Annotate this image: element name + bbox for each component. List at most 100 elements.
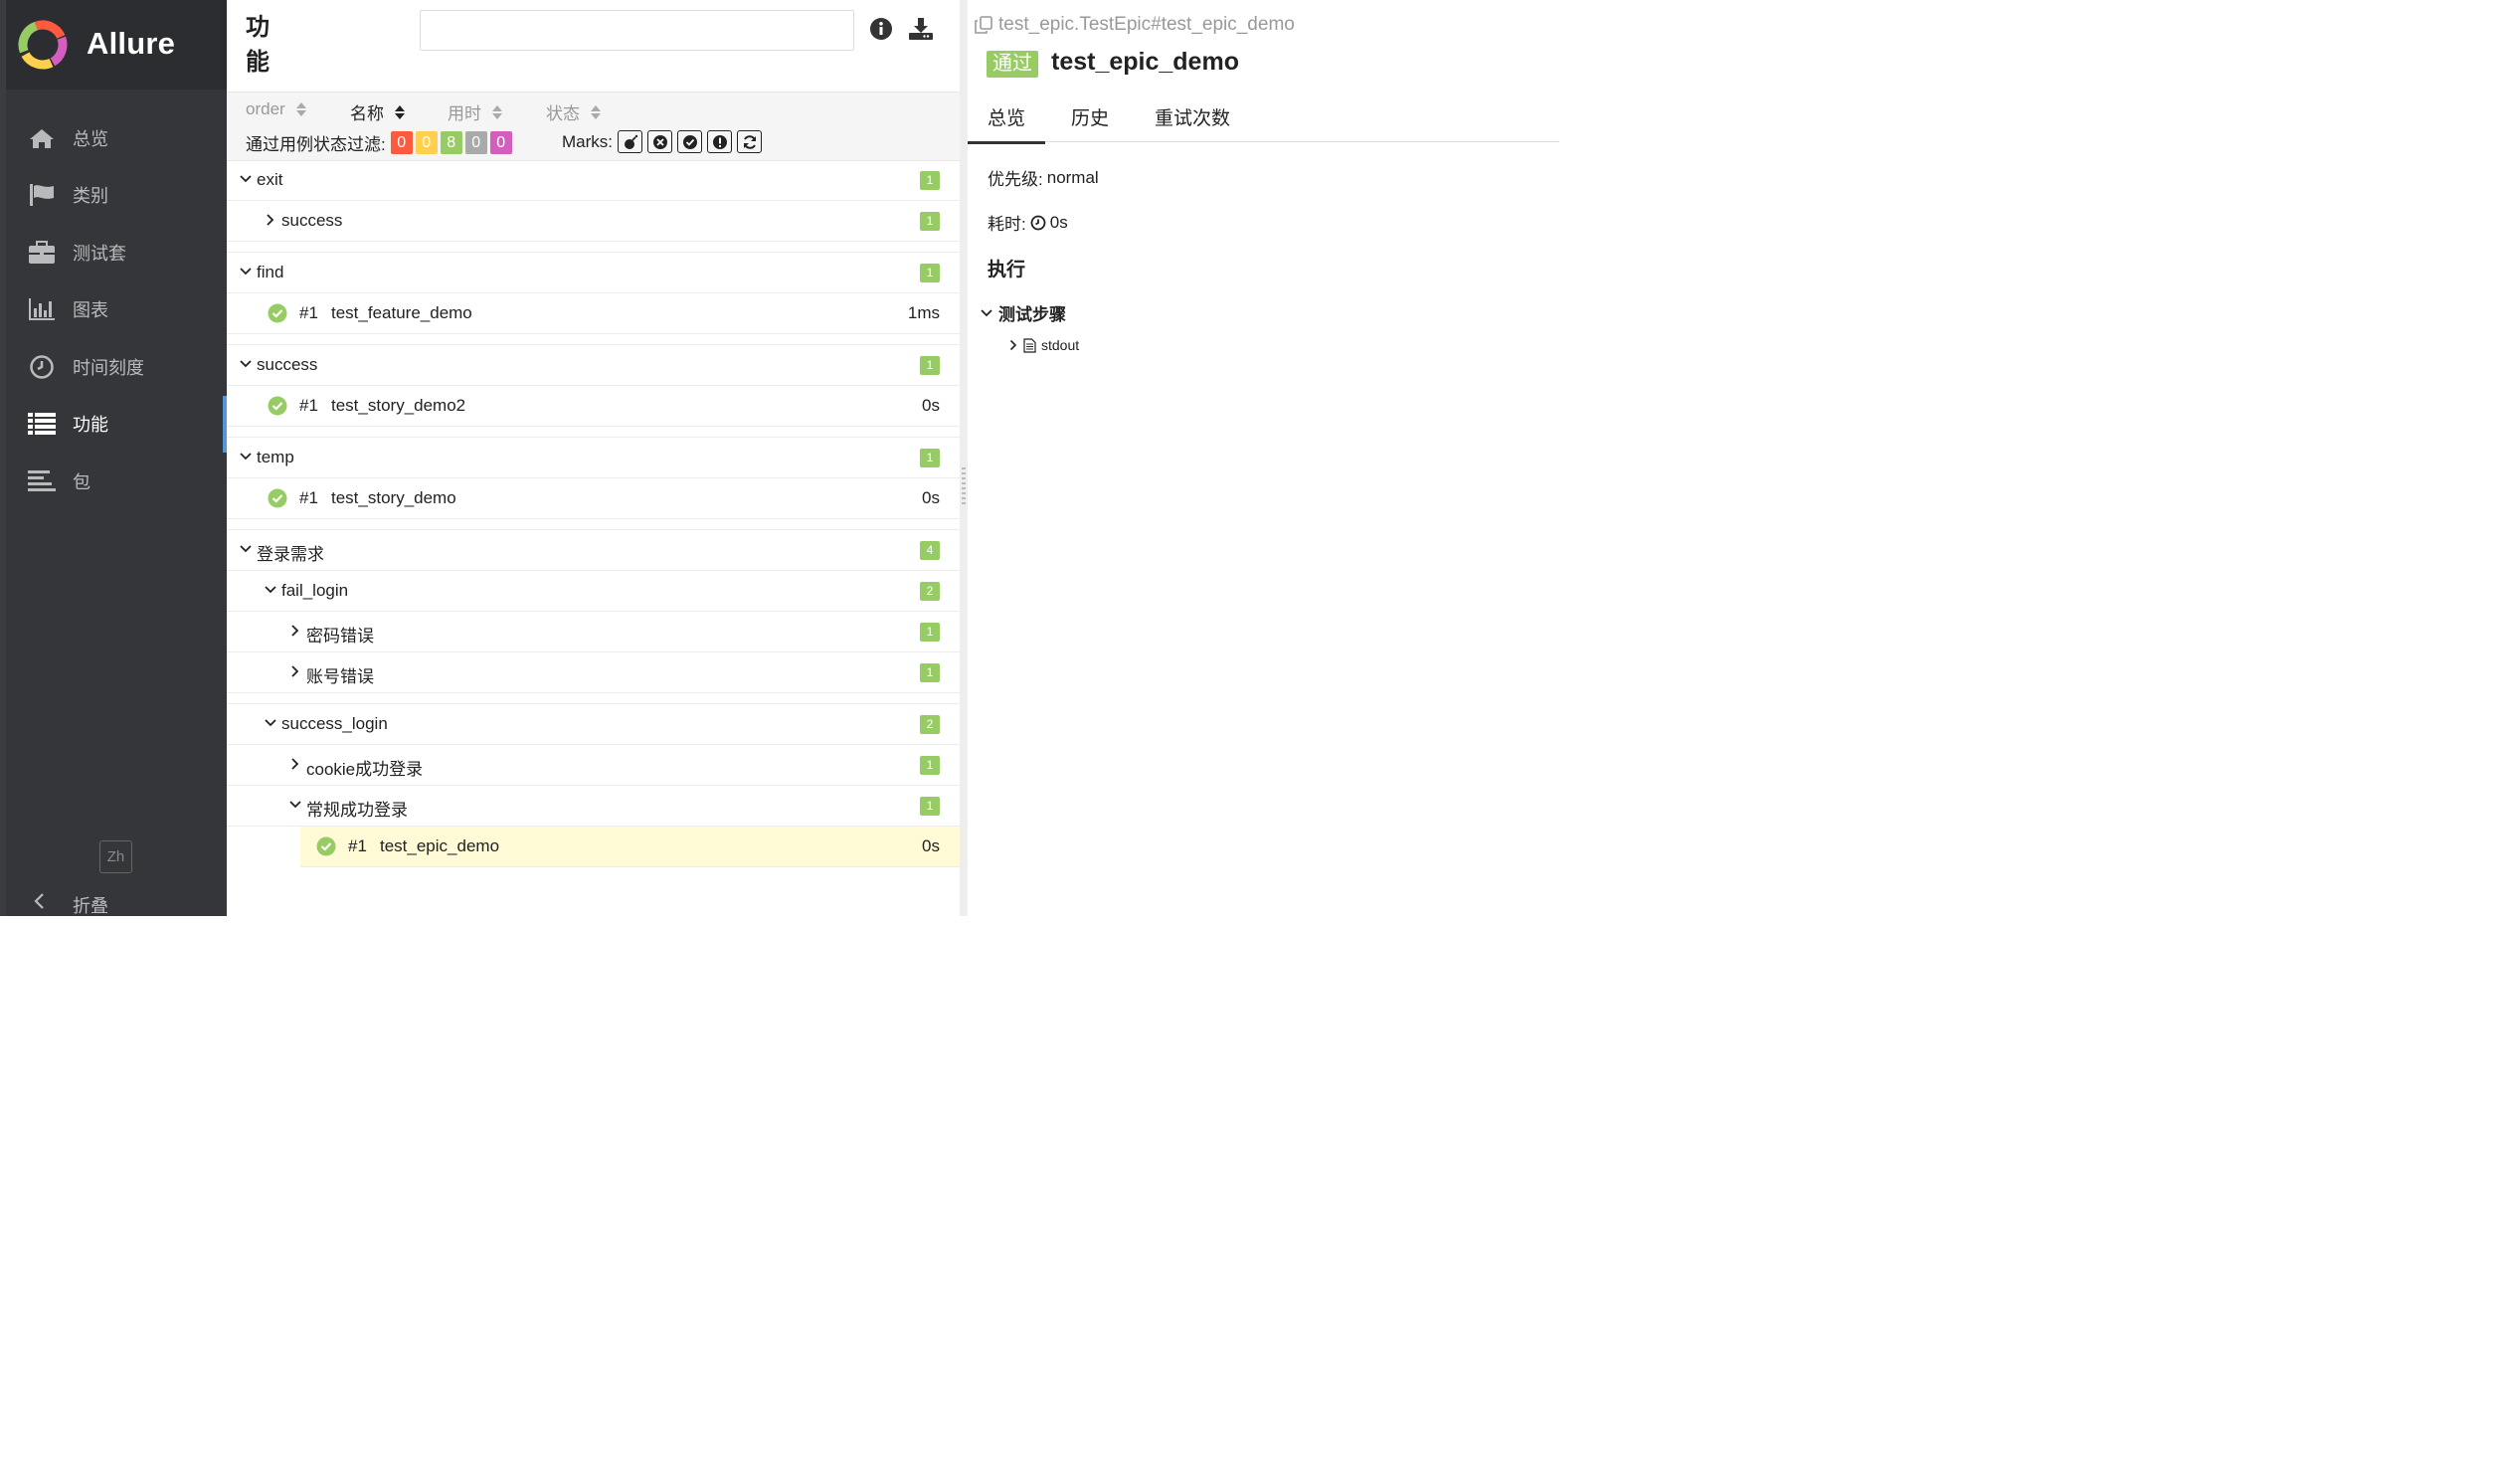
group-count-badge: 1	[920, 756, 940, 775]
sort-icon	[492, 104, 502, 119]
tree-separator	[227, 693, 960, 704]
tab-history[interactable]: 历史	[1071, 103, 1109, 130]
retries-icon[interactable]	[737, 130, 762, 153]
tree-group-success[interactable]: success 1	[227, 345, 960, 386]
sidebar-item-overview[interactable]: 总览	[6, 109, 227, 167]
sort-order-button[interactable]: order	[246, 99, 307, 119]
chevron-right-icon	[291, 665, 299, 677]
filter-skipped-count[interactable]: 0	[464, 131, 487, 154]
severity-label: 优先级:	[988, 170, 1043, 189]
tab-retries[interactable]: 重试次数	[1155, 103, 1230, 130]
chevron-right-icon	[267, 214, 274, 226]
group-name: 登录需求	[257, 545, 324, 564]
filter-unknown-count[interactable]: 0	[489, 131, 512, 154]
download-icon[interactable]	[908, 17, 934, 46]
new-passed-icon[interactable]	[677, 130, 702, 153]
tree-group-exit[interactable]: exit 1	[227, 160, 960, 201]
tree-group-fail-login[interactable]: fail_login 2	[227, 571, 960, 612]
sort-bar: order 名称 用时 状态 通过用例状态过滤: 0 0 8 0 0 Marks…	[227, 92, 960, 161]
tree-group-password-error[interactable]: 密码错误 1	[227, 612, 960, 652]
group-count-badge: 4	[920, 541, 940, 560]
chevron-down-icon	[240, 360, 252, 368]
group-count-badge: 2	[920, 715, 940, 734]
passed-status-icon	[268, 396, 287, 416]
tree-group-temp[interactable]: temp 1	[227, 438, 960, 478]
tree-group-normal-login[interactable]: 常规成功登录 1	[227, 786, 960, 827]
duration-row: 耗时: 0s	[988, 210, 1068, 235]
pane-splitter[interactable]	[960, 0, 968, 916]
tree-group-exit-success[interactable]: success 1	[227, 201, 960, 242]
chevron-right-icon	[291, 758, 299, 770]
tree-separator	[227, 334, 960, 345]
bar-chart-icon	[28, 295, 56, 323]
list-icon	[28, 410, 56, 438]
tree-group-account-error[interactable]: 账号错误 1	[227, 652, 960, 693]
info-icon[interactable]	[869, 17, 893, 46]
attachment-stdout[interactable]: stdout	[1007, 337, 1079, 353]
sort-duration-button[interactable]: 用时	[448, 99, 503, 124]
flaky-bomb-icon[interactable]	[618, 130, 642, 153]
group-name: 常规成功登录	[306, 801, 408, 820]
sort-order-label: order	[246, 99, 285, 118]
test-row-story-demo[interactable]: #1 test_story_demo 0s	[227, 478, 960, 519]
filter-failed-count[interactable]: 0	[390, 131, 413, 154]
search-input[interactable]	[420, 10, 854, 51]
breadcrumb-text: test_epic.TestEpic#test_epic_demo	[998, 14, 1295, 35]
sidebar-item-packages[interactable]: 包	[6, 453, 227, 510]
collapse-button[interactable]: 折叠	[6, 887, 227, 916]
chevron-down-icon	[981, 308, 992, 316]
group-count-badge: 1	[920, 663, 940, 682]
test-duration: 1ms	[907, 303, 940, 322]
sort-name-label: 名称	[350, 104, 384, 123]
test-row-story-demo2[interactable]: #1 test_story_demo2 0s	[227, 386, 960, 427]
sidebar-item-timeline[interactable]: 时间刻度	[6, 338, 227, 396]
new-broken-icon[interactable]	[707, 130, 732, 153]
collapse-label: 折叠	[73, 896, 108, 916]
group-count-badge: 1	[920, 797, 940, 816]
allure-logo-icon	[18, 20, 68, 70]
group-name: success	[281, 211, 343, 230]
language-button[interactable]: Zh	[99, 840, 132, 873]
sort-status-button[interactable]: 状态	[546, 99, 602, 124]
splitter-grip[interactable]	[962, 467, 966, 507]
chevron-down-icon	[240, 268, 252, 276]
group-count-badge: 1	[920, 449, 940, 467]
group-count-badge: 1	[920, 264, 940, 282]
tree-group-login[interactable]: 登录需求 4	[227, 530, 960, 571]
test-row-epic-demo[interactable]: #1 test_epic_demo 0s	[300, 827, 960, 867]
brand[interactable]: Allure	[6, 0, 227, 90]
sort-duration-label: 用时	[448, 104, 481, 123]
test-number: #1	[348, 836, 367, 855]
status-filter-label: 通过用例状态过滤:	[246, 135, 386, 154]
severity-value: normal	[1046, 167, 1099, 187]
sort-icon	[395, 104, 405, 119]
tab-overview[interactable]: 总览	[967, 103, 1046, 144]
sidebar-item-label: 时间刻度	[73, 357, 144, 378]
sidebar-item-behaviors[interactable]: 功能	[6, 395, 228, 454]
group-name: fail_login	[281, 581, 349, 600]
test-row-feature-demo[interactable]: #1 test_feature_demo 1ms	[227, 293, 960, 334]
status-badge: 通过	[987, 51, 1038, 78]
sidebar-item-graphs[interactable]: 图表	[6, 281, 227, 339]
tree-group-cookie-login[interactable]: cookie成功登录 1	[227, 745, 960, 786]
tree-separator	[227, 427, 960, 438]
copy-icon[interactable]	[974, 15, 993, 35]
breadcrumb[interactable]: test_epic.TestEpic#test_epic_demo	[974, 14, 1295, 36]
tree-group-find[interactable]: find 1	[227, 253, 960, 293]
test-steps-toggle[interactable]: 测试步骤	[980, 300, 1066, 325]
filter-passed-count[interactable]: 8	[440, 131, 462, 154]
group-name: 密码错误	[306, 627, 374, 646]
sidebar-item-suites[interactable]: 测试套	[6, 224, 227, 281]
attachment-name: stdout	[1041, 337, 1080, 353]
sidebar-item-label: 总览	[73, 128, 108, 149]
filter-broken-count[interactable]: 0	[415, 131, 438, 154]
tree-group-success-login[interactable]: success_login 2	[227, 704, 960, 745]
chevron-down-icon	[240, 545, 252, 553]
tree-separator	[227, 242, 960, 253]
group-count-badge: 1	[920, 623, 940, 642]
sort-name-button[interactable]: 名称	[350, 99, 406, 124]
new-failed-icon[interactable]	[647, 130, 672, 153]
passed-status-icon	[316, 836, 336, 856]
sidebar-item-label: 包	[73, 471, 90, 492]
sidebar-item-categories[interactable]: 类别	[6, 167, 227, 225]
